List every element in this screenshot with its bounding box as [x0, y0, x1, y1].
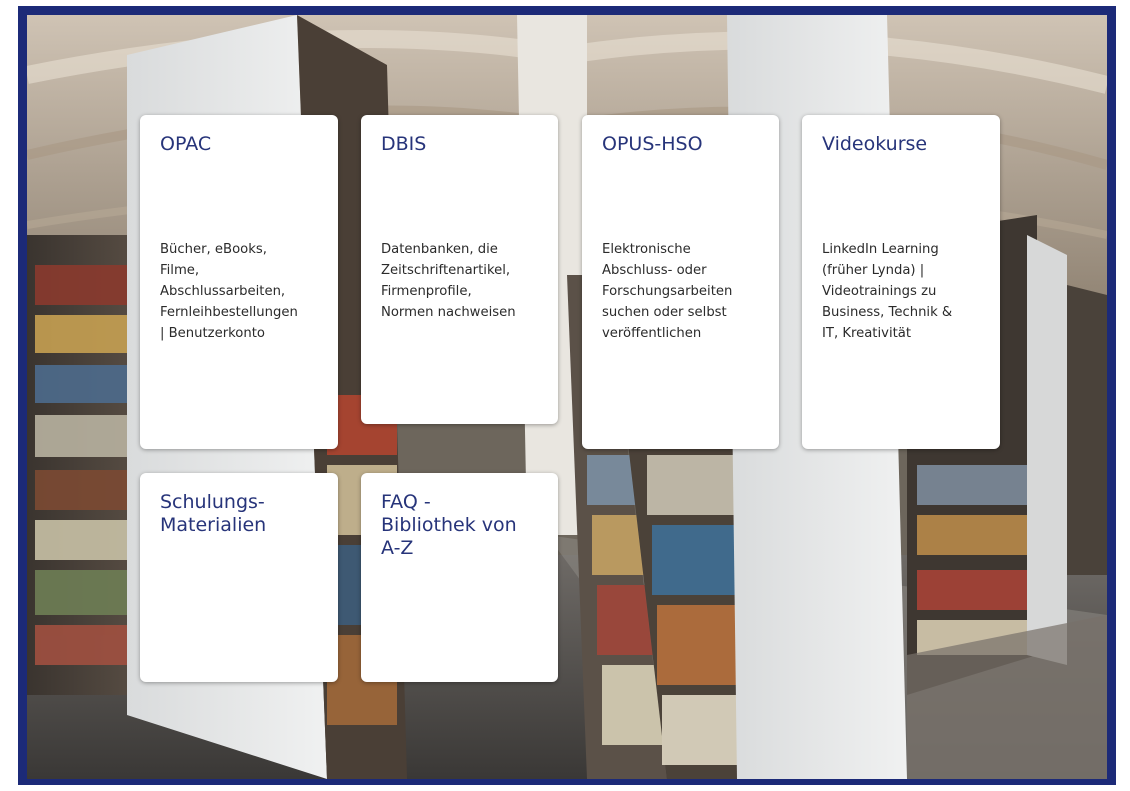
- tile-opus-hso[interactable]: OPUS-HSO Elektronische Abschluss- oder F…: [582, 115, 779, 449]
- tile-panel-frame: OPAC Bücher, eBooks, Filme, Abschlussarb…: [18, 6, 1116, 785]
- tile-videokurse[interactable]: Videokurse LinkedIn Learning (früher Lyn…: [802, 115, 1000, 449]
- tile-title: OPUS-HSO: [602, 133, 703, 155]
- tile-schulungs-materialien[interactable]: Schulungs- Materialien: [140, 473, 338, 682]
- tile-description: Datenbanken, die Zeitschriftenartikel, F…: [381, 242, 516, 320]
- tile-description: LinkedIn Learning (früher Lynda) | Video…: [822, 242, 953, 341]
- tile-title: FAQ - Bibliothek von A-Z: [381, 491, 517, 559]
- tile-title: Schulungs- Materialien: [160, 491, 267, 536]
- tile-opac[interactable]: OPAC Bücher, eBooks, Filme, Abschlussarb…: [140, 115, 338, 449]
- tile-title: DBIS: [381, 133, 427, 155]
- tile-dbis[interactable]: DBIS Datenbanken, die Zeitschriftenartik…: [361, 115, 558, 424]
- tile-description: Elektronische Abschluss- oder Forschungs…: [602, 242, 733, 341]
- tile-faq-bibliothek[interactable]: FAQ - Bibliothek von A-Z: [361, 473, 558, 682]
- tile-description: Bücher, eBooks, Filme, Abschlussarbeiten…: [160, 242, 298, 341]
- tile-title: OPAC: [160, 133, 212, 155]
- tile-title: Videokurse: [822, 133, 928, 155]
